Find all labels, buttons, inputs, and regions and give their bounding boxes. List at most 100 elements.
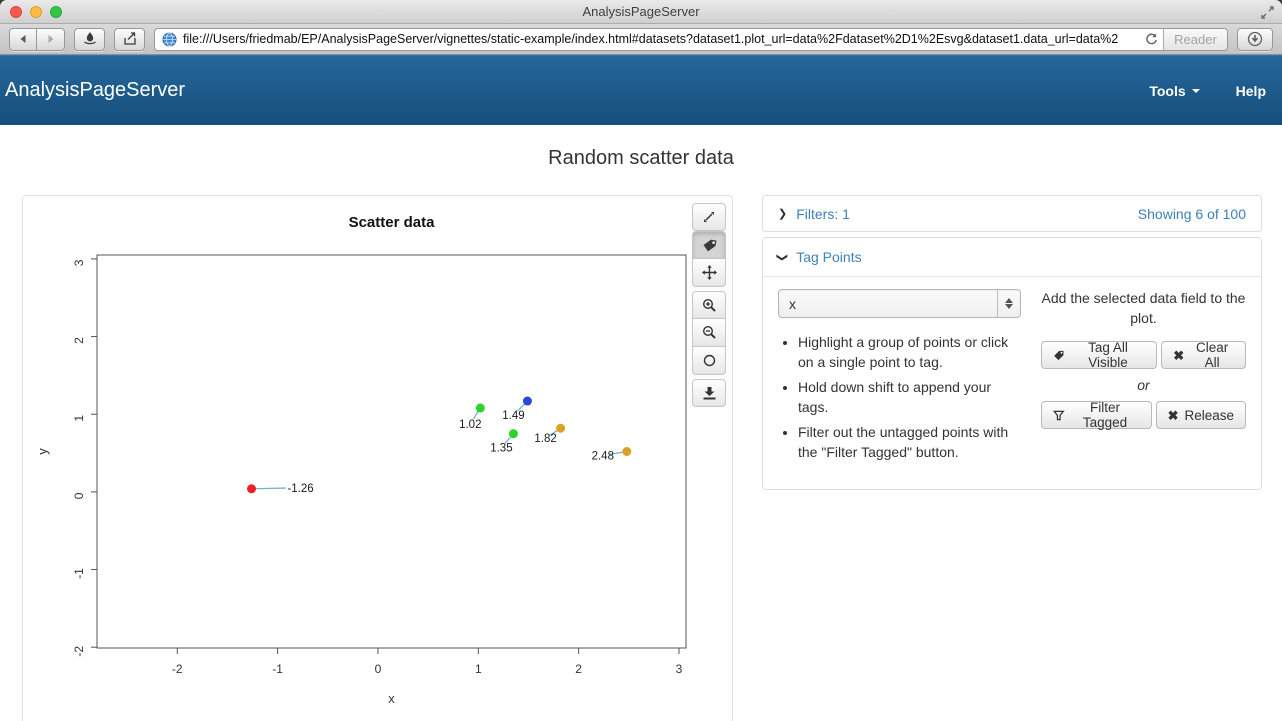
- tag-buttons-row-2: Filter Tagged ✖ Release: [1041, 401, 1246, 429]
- select-stepper-icon: [997, 290, 1020, 317]
- svg-text:0: 0: [72, 492, 86, 499]
- tag-points-panel: ❯ Tag Points x Highlight a group of poin…: [762, 237, 1262, 490]
- reset-zoom-button[interactable]: [692, 347, 726, 375]
- data-field-select[interactable]: x: [778, 289, 1021, 318]
- data-field-selected-value: x: [789, 296, 796, 312]
- svg-text:-2: -2: [172, 662, 183, 676]
- svg-text:3: 3: [72, 259, 86, 266]
- tag-buttons-row-1: Tag All Visible ✖ Clear All: [1041, 341, 1246, 369]
- zoom-button-group: [692, 291, 726, 375]
- tag-icon: [1053, 349, 1065, 362]
- svg-text:2: 2: [72, 337, 86, 344]
- tag-instruction-item: Hold down shift to append your tags.: [798, 377, 1021, 417]
- browser-window: AnalysisPageServer: [0, 0, 1282, 721]
- chevron-right-icon: ❯: [778, 207, 787, 220]
- tag-points-body: x Highlight a group of points or click o…: [763, 277, 1261, 489]
- reader-button[interactable]: Reader: [1163, 29, 1227, 50]
- caret-down-icon: [1192, 89, 1200, 93]
- svg-text:2: 2: [575, 662, 582, 676]
- globe-favicon: [162, 32, 177, 47]
- svg-text:1.49: 1.49: [502, 410, 524, 422]
- app-brand[interactable]: AnalysisPageServer: [5, 79, 185, 102]
- pan-mode-button[interactable]: [692, 259, 726, 287]
- svg-text:1: 1: [475, 662, 482, 676]
- tag-points-left-column: x Highlight a group of points or click o…: [778, 289, 1021, 467]
- plot-panel: -2 -1 0 1 2 3 -2 -1 0 1 2 3 Scatter data x y 1.02 1.49 1.…: [22, 195, 733, 721]
- tag-instructions-list: Highlight a group of points or click on …: [782, 332, 1021, 462]
- zoom-out-button[interactable]: [692, 319, 726, 347]
- circle-select-icon: [702, 353, 717, 368]
- app-navbar: AnalysisPageServer Tools Help: [0, 55, 1282, 125]
- share-icon: [122, 31, 138, 47]
- refresh-icon[interactable]: [1144, 32, 1159, 51]
- page-title: Random scatter data: [0, 147, 1282, 170]
- filter-tagged-label: Filter Tagged: [1071, 400, 1140, 430]
- help-link[interactable]: Help: [1236, 83, 1266, 99]
- fullscreen-icon[interactable]: [1258, 4, 1276, 20]
- mode-button-group: [692, 231, 726, 287]
- svg-text:-1: -1: [272, 662, 283, 676]
- back-button[interactable]: [9, 28, 37, 51]
- downloads-button[interactable]: [1237, 28, 1273, 51]
- tag-points-right-column: Add the selected data field to the plot.…: [1041, 289, 1246, 467]
- url-text: file:///Users/friedmab/EP/AnalysisPageSe…: [183, 32, 1153, 46]
- tag-instruction-item: Highlight a group of points or click on …: [798, 332, 1021, 372]
- zoom-in-button[interactable]: [692, 291, 726, 319]
- filters-toggle[interactable]: ❯ Filters: 1: [778, 206, 850, 222]
- tag-icon: [702, 238, 717, 253]
- back-icon: [18, 34, 28, 44]
- address-bar[interactable]: file:///Users/friedmab/EP/AnalysisPageSe…: [154, 28, 1228, 51]
- scatter-plot[interactable]: -2 -1 0 1 2 3 -2 -1 0 1 2 3 Scatter data x y 1.02 1.49 1.…: [23, 196, 692, 720]
- expand-plot-button[interactable]: [692, 203, 726, 231]
- tag-mode-button[interactable]: [692, 231, 726, 259]
- svg-text:-1: -1: [72, 568, 86, 579]
- forward-icon: [46, 34, 56, 44]
- forward-button[interactable]: [37, 28, 65, 51]
- clear-all-label: Clear All: [1190, 340, 1234, 370]
- svg-text:0: 0: [375, 662, 382, 676]
- tag-all-visible-label: Tag All Visible: [1071, 340, 1146, 370]
- svg-text:y: y: [35, 448, 50, 455]
- filters-panel: ❯ Filters: 1 Showing 6 of 100: [762, 195, 1262, 232]
- svg-text:3: 3: [676, 662, 683, 676]
- showing-count[interactable]: Showing 6 of 100: [1138, 206, 1246, 222]
- filters-label: Filters: 1: [796, 206, 850, 222]
- zoom-in-icon: [702, 298, 717, 313]
- svg-text:2.48: 2.48: [592, 451, 614, 463]
- minimize-window-button[interactable]: [30, 6, 42, 18]
- filter-tagged-button[interactable]: Filter Tagged: [1041, 401, 1152, 429]
- release-button[interactable]: ✖ Release: [1156, 401, 1246, 429]
- window-controls: [10, 6, 62, 18]
- top-sites-button[interactable]: [74, 28, 105, 51]
- tools-menu[interactable]: Tools: [1149, 83, 1199, 99]
- clear-all-button[interactable]: ✖ Clear All: [1161, 341, 1246, 369]
- share-button[interactable]: [114, 28, 145, 51]
- svg-text:x: x: [388, 691, 395, 706]
- add-field-note: Add the selected data field to the plot.: [1041, 289, 1246, 328]
- zoom-out-icon: [702, 325, 717, 340]
- tools-menu-label: Tools: [1149, 83, 1185, 99]
- or-text: or: [1041, 377, 1246, 393]
- window-title: AnalysisPageServer: [582, 4, 699, 19]
- downloads-icon: [1247, 31, 1263, 47]
- svg-text:1.02: 1.02: [459, 419, 481, 431]
- top-sites-icon: [82, 31, 98, 47]
- titlebar: AnalysisPageServer: [0, 0, 1282, 24]
- right-panel: ❯ Filters: 1 Showing 6 of 100 ❯ Tag Poin…: [762, 195, 1262, 490]
- svg-text:1.35: 1.35: [490, 443, 512, 455]
- svg-text:1: 1: [72, 415, 86, 422]
- plot-toolbar: [692, 203, 726, 407]
- close-window-button[interactable]: [10, 6, 22, 18]
- release-label: Release: [1184, 408, 1234, 423]
- expand-icon: [702, 210, 716, 224]
- zoom-window-button[interactable]: [50, 6, 62, 18]
- download-icon: [702, 386, 717, 401]
- tag-points-label: Tag Points: [796, 249, 861, 265]
- svg-text:Scatter data: Scatter data: [349, 214, 436, 231]
- x-icon: ✖: [1173, 349, 1184, 362]
- svg-text:-2: -2: [72, 646, 86, 657]
- svg-text:1.82: 1.82: [534, 433, 556, 445]
- tag-all-visible-button[interactable]: Tag All Visible: [1041, 341, 1157, 369]
- tag-points-toggle[interactable]: ❯ Tag Points: [763, 238, 1261, 277]
- download-plot-button[interactable]: [692, 379, 726, 407]
